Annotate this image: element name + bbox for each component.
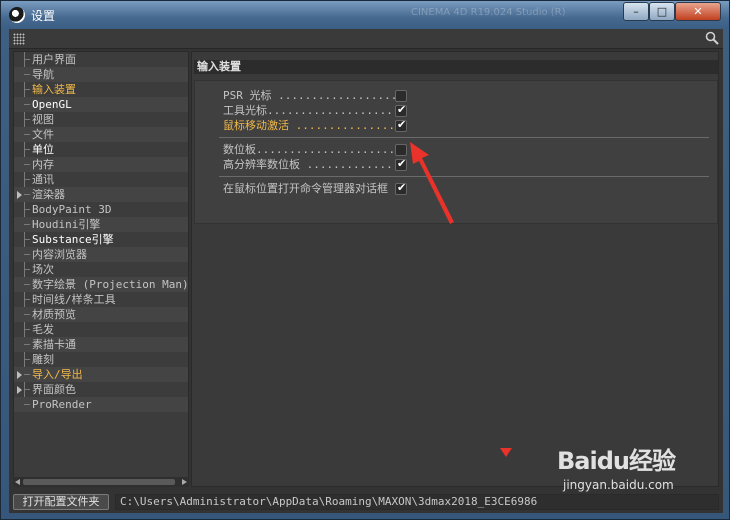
tree-branch-line: [24, 104, 30, 105]
tree-item[interactable]: 文件: [14, 127, 188, 142]
title-bar[interactable]: 设置 CINEMA 4D R19.024 Studio (R) – □ ✕: [1, 1, 729, 29]
tree-branch-line: [24, 209, 30, 210]
tree-item[interactable]: BodyPaint 3D: [14, 202, 188, 217]
expand-arrow-icon[interactable]: [17, 371, 22, 379]
tree-item[interactable]: 渲染器: [14, 187, 188, 202]
baidu-watermark: Baidu经验 jingyan.baidu.com: [557, 441, 717, 511]
tree-item-label: 渲染器: [32, 188, 65, 201]
background-window-text: CINEMA 4D R19.024 Studio (R): [411, 7, 566, 18]
tree-item[interactable]: Substance引擎: [14, 232, 188, 247]
tree-item-label: 通讯: [32, 173, 54, 186]
scroll-left-icon[interactable]: [15, 479, 20, 485]
tree-branch-line: [24, 269, 30, 270]
tree-branch-line: [24, 149, 30, 150]
tree-item-label: BodyPaint 3D: [32, 203, 112, 216]
tree-item-label: 场次: [32, 263, 54, 276]
tree-branch-line: [24, 59, 30, 60]
watermark-logo: Baidu经验: [557, 447, 676, 475]
tree-branch-line: [24, 224, 30, 225]
tree-item-label: 导入/导出: [32, 368, 83, 381]
tree-item[interactable]: 视图: [14, 112, 188, 127]
tree-item[interactable]: 通讯: [14, 172, 188, 187]
tree-item-label: 导航: [32, 68, 54, 81]
tree-branch-line: [24, 179, 30, 180]
tree-item-label: 文件: [32, 128, 54, 141]
tree-item-label: 视图: [32, 113, 54, 126]
tree-item[interactable]: 单位: [14, 142, 188, 157]
tree-item-label: OpenGL: [32, 98, 72, 111]
tree-item[interactable]: 毛发: [14, 322, 188, 337]
scroll-right-icon[interactable]: [182, 479, 187, 485]
window-title: 设置: [31, 9, 56, 23]
tree-branch-line: [24, 254, 30, 255]
grid-menu-icon[interactable]: [13, 33, 25, 45]
tree-branch-line: [24, 329, 30, 330]
tree-item-label: 雕刻: [32, 353, 54, 366]
tree-branch-line: [24, 164, 30, 165]
tree-item-label: 单位: [32, 143, 54, 156]
tree-item[interactable]: 导入/导出: [14, 367, 188, 382]
tree-item[interactable]: 导航: [14, 67, 188, 82]
tree-item-label: 用户界面: [32, 53, 76, 66]
tree-item[interactable]: 时间线/样条工具: [14, 292, 188, 307]
expand-arrow-icon[interactable]: [17, 191, 22, 199]
tree-item-label: 内存: [32, 158, 54, 171]
tree-item[interactable]: 材质预览: [14, 307, 188, 322]
tree-item[interactable]: 素描卡通: [14, 337, 188, 352]
tree-item-label: ProRender: [32, 398, 92, 411]
tree-branch-line: [24, 74, 30, 75]
annotation-arrow: [410, 142, 454, 224]
annotation-triangle: [500, 448, 512, 457]
tree-item[interactable]: Houdini引擎: [14, 217, 188, 232]
tree-branch-line: [24, 119, 30, 120]
settings-category-tree: 用户界面导航输入装置 OpenGL 视图文件单位内存通讯渲染器 BodyPaint 3…: [13, 51, 189, 487]
tree-branch-line: [24, 239, 30, 240]
search-icon[interactable]: [705, 31, 719, 45]
cinema4d-logo-icon: [9, 7, 25, 23]
tree-horizontal-scrollbar[interactable]: [13, 477, 189, 487]
tree-item[interactable]: 雕刻: [14, 352, 188, 367]
tree-branch-line: [24, 389, 30, 390]
tree-branch-line: [24, 284, 30, 285]
settings-toolbar: [9, 29, 723, 49]
tree-branch-line: [24, 374, 30, 375]
tree-item[interactable]: 输入装置: [14, 82, 188, 97]
tree-branch-line: [24, 344, 30, 345]
tree-item[interactable]: 内存: [14, 157, 188, 172]
tree-item[interactable]: 内容浏览器: [14, 247, 188, 262]
minimize-button[interactable]: –: [623, 2, 649, 21]
tree-item-label: 毛发: [32, 323, 54, 336]
tree-item[interactable]: OpenGL: [14, 97, 188, 112]
tree-item-label: 界面颜色: [32, 383, 76, 396]
watermark-url: jingyan.baidu.com: [563, 478, 674, 492]
tree-branch-line: [24, 404, 30, 405]
open-config-folder-button[interactable]: 打开配置文件夹: [13, 494, 109, 510]
tree-item[interactable]: 用户界面: [14, 52, 188, 67]
expand-arrow-icon[interactable]: [17, 386, 22, 394]
scrollbar-thumb[interactable]: [23, 479, 175, 485]
tree-branch-line: [24, 359, 30, 360]
tree-branch-line: [24, 89, 30, 90]
tree-item-label: 数字绘景 (Projection Man): [32, 278, 189, 291]
tree-item-label: Houdini引擎: [32, 218, 101, 231]
tree-item-label: 材质预览: [32, 308, 76, 321]
tree-item-label: 输入装置: [32, 83, 76, 96]
close-button[interactable]: ✕: [675, 2, 721, 21]
tree-item[interactable]: 界面颜色: [14, 382, 188, 397]
tree-item-label: 内容浏览器: [32, 248, 87, 261]
tree-branch-line: [24, 314, 30, 315]
tree-item[interactable]: 数字绘景 (Projection Man): [14, 277, 188, 292]
tree-item-label: 时间线/样条工具: [32, 293, 116, 306]
tree-item[interactable]: 场次: [14, 262, 188, 277]
tree-branch-line: [24, 134, 30, 135]
settings-window: 设置 CINEMA 4D R19.024 Studio (R) – □ ✕ 用户…: [0, 0, 730, 520]
settings-panel: 输入装置 PSR 光标 ................... 工具光标....…: [191, 51, 719, 487]
tree-item-label: Substance引擎: [32, 233, 114, 246]
tree-item-label: 素描卡通: [32, 338, 76, 351]
maximize-button[interactable]: □: [649, 2, 675, 21]
tree-branch-line: [24, 299, 30, 300]
tree-branch-line: [24, 194, 30, 195]
tree-item[interactable]: ProRender: [14, 397, 188, 412]
